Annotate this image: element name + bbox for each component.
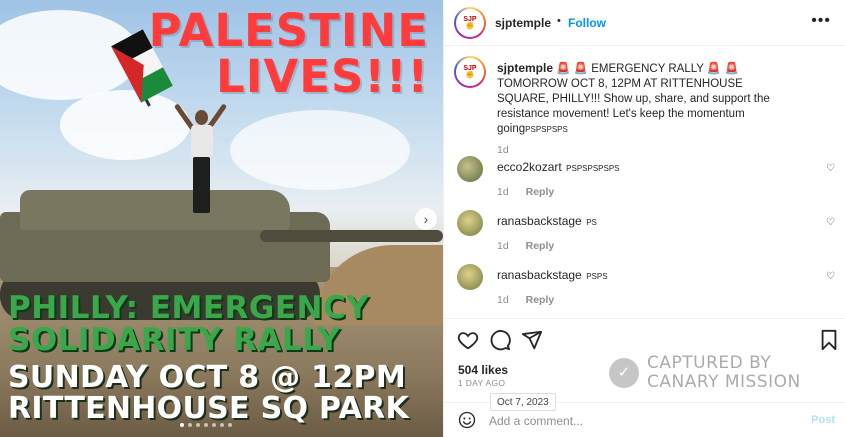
rally-date: SUNDAY OCT 8 @ 12PM (8, 360, 406, 395)
comment-icon[interactable] (489, 329, 511, 351)
caption: sjptemple 🚨 🚨 EMERGENCY RALLY 🚨 🚨 TOMORR… (497, 61, 797, 156)
cloud (60, 90, 190, 160)
sjp-logo-icon: SJP ✊ (456, 9, 484, 37)
carousel-dot (196, 423, 200, 427)
reply-button[interactable]: Reply (526, 240, 555, 252)
like-heart-icon[interactable] (457, 329, 479, 351)
date-tooltip: Oct 7, 2023 (490, 393, 556, 411)
comment-username[interactable]: ranasbackstage (497, 214, 582, 228)
carousel-dot (204, 423, 208, 427)
caption-tail: PSPSPSPS (525, 125, 568, 134)
carousel-dots (180, 423, 232, 427)
tank-turret (20, 190, 290, 230)
comment: ecco2kozart PSPSPSPSPS 1d Reply ♡ (444, 154, 845, 198)
watermark-line-2: CANARY MISSION (647, 372, 801, 392)
comment-text: PS (586, 218, 597, 227)
heart-icon[interactable]: ♡ (826, 217, 835, 228)
carousel-dot (220, 423, 224, 427)
headline-line-2: LIVES!!! (216, 50, 429, 103)
more-options-icon[interactable]: ••• (811, 13, 831, 29)
avatar[interactable]: SJP ✊ (454, 7, 486, 39)
follow-button[interactable]: Follow (568, 16, 606, 30)
tank-gun (260, 230, 443, 242)
comment-time: 1d (497, 294, 509, 306)
caption-username[interactable]: sjptemple (497, 61, 553, 75)
cloud (230, 110, 410, 190)
comment-username[interactable]: ranasbackstage (497, 268, 582, 282)
post-button[interactable]: Post (811, 414, 835, 426)
commenter-avatar[interactable] (457, 210, 483, 236)
comment-text: PSPSPSPSPS (566, 164, 620, 173)
action-bar (444, 318, 845, 358)
share-icon[interactable] (521, 329, 543, 351)
canary-logo-icon: ✓ (609, 358, 639, 388)
watermark: ✓ CAPTURED BY CANARY MISSION (609, 354, 801, 392)
separator-dot: • (557, 15, 561, 27)
carousel-dot (180, 423, 184, 427)
heart-icon[interactable]: ♡ (826, 163, 835, 174)
post-header: SJP ✊ sjptemple • Follow ••• (444, 0, 845, 46)
emoji-icon[interactable] (458, 411, 476, 429)
heart-icon[interactable]: ♡ (826, 271, 835, 282)
reply-button[interactable]: Reply (526, 186, 555, 198)
post-age: 1 DAY AGO (458, 378, 506, 388)
headline: PALESTINE LIVES!!! (149, 8, 429, 100)
carousel-dot (212, 423, 216, 427)
caption-avatar[interactable]: SJP ✊ (454, 56, 486, 88)
carousel-dot (188, 423, 192, 427)
comment-time: 1d (497, 186, 509, 198)
rally-location: RITTENHOUSE SQ PARK (8, 391, 410, 426)
header-username[interactable]: sjptemple (495, 16, 551, 30)
person-figure (173, 103, 228, 215)
comment-text: PSPS (586, 272, 608, 281)
sjp-logo-icon: SJP ✊ (456, 58, 484, 86)
commenter-avatar[interactable] (457, 156, 483, 182)
rally-title-line-2: SOLIDARITY RALLY (8, 322, 341, 358)
post-image[interactable]: PALESTINE LIVES!!! PHILLY: EMERGENCY SOL… (0, 0, 443, 437)
likes-count[interactable]: 504 likes (458, 363, 508, 377)
headline-line-1: PALESTINE (148, 4, 429, 57)
commenter-avatar[interactable] (457, 264, 483, 290)
watermark-line-1: CAPTURED BY (647, 353, 772, 373)
caption-text: sjptemple 🚨 🚨 EMERGENCY RALLY 🚨 🚨 TOMORR… (497, 61, 797, 137)
comment: ranasbackstage PSPS 1d Reply ♡ (444, 262, 845, 306)
chevron-right-icon[interactable]: › (415, 208, 437, 230)
carousel-dot (228, 423, 232, 427)
comment-username[interactable]: ecco2kozart (497, 160, 562, 174)
comment-input[interactable]: Add a comment... (489, 414, 583, 428)
bookmark-icon[interactable] (818, 329, 840, 351)
comment: ranasbackstage PS 1d Reply ♡ (444, 208, 845, 252)
comment-time: 1d (497, 240, 509, 252)
rally-title-line-1: PHILLY: EMERGENCY (8, 290, 370, 326)
reply-button[interactable]: Reply (526, 294, 555, 306)
